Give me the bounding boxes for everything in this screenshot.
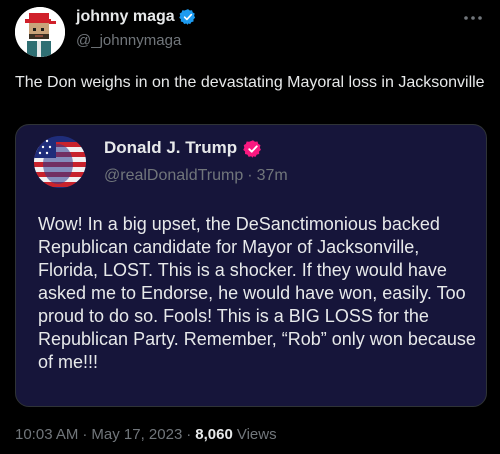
- meta-separator: ·: [247, 167, 253, 184]
- quoted-tweet-meta: @realDonaldTrump · 37m: [104, 167, 288, 185]
- tweet: johnny maga @_johnnymaga The Don weighs …: [0, 0, 500, 454]
- flag-face-avatar-icon: [34, 136, 86, 188]
- author-handle[interactable]: @_johnnymaga: [76, 32, 181, 49]
- tweet-date[interactable]: May 17, 2023: [91, 426, 182, 443]
- quoted-tweet-age[interactable]: 37m: [257, 167, 288, 185]
- more-horizontal-icon: [464, 16, 482, 20]
- pixel-avatar-icon: [15, 7, 65, 57]
- more-options-button[interactable]: [460, 9, 486, 27]
- quoted-tweet-card[interactable]: Donald J. Trump @realDonaldTrump · 37m W…: [15, 124, 487, 407]
- quoted-author-name-row: Donald J. Trump: [104, 138, 262, 158]
- tweet-time[interactable]: 10:03 AM: [15, 426, 78, 443]
- quoted-author-handle[interactable]: @realDonaldTrump: [104, 167, 243, 185]
- author-name[interactable]: johnny maga: [76, 8, 175, 26]
- views-count[interactable]: 8,060: [195, 426, 233, 443]
- author-avatar[interactable]: [15, 7, 65, 57]
- tweet-text: The Don weighs in on the devastating May…: [15, 74, 485, 91]
- verified-badge-icon: [178, 8, 197, 26]
- footer-separator: ·: [82, 426, 88, 443]
- verified-badge-icon: [243, 139, 262, 158]
- author-name-row: johnny maga: [76, 8, 197, 26]
- quoted-author-avatar[interactable]: [34, 136, 86, 188]
- tweet-footer: 10:03 AM · May 17, 2023 · 8,060 Views: [15, 426, 277, 443]
- views-label: Views: [236, 426, 277, 443]
- footer-separator: ·: [186, 426, 192, 443]
- quoted-tweet-text: Wow! In a big upset, the DeSanctimonious…: [38, 214, 476, 372]
- quoted-author-name[interactable]: Donald J. Trump: [104, 138, 237, 158]
